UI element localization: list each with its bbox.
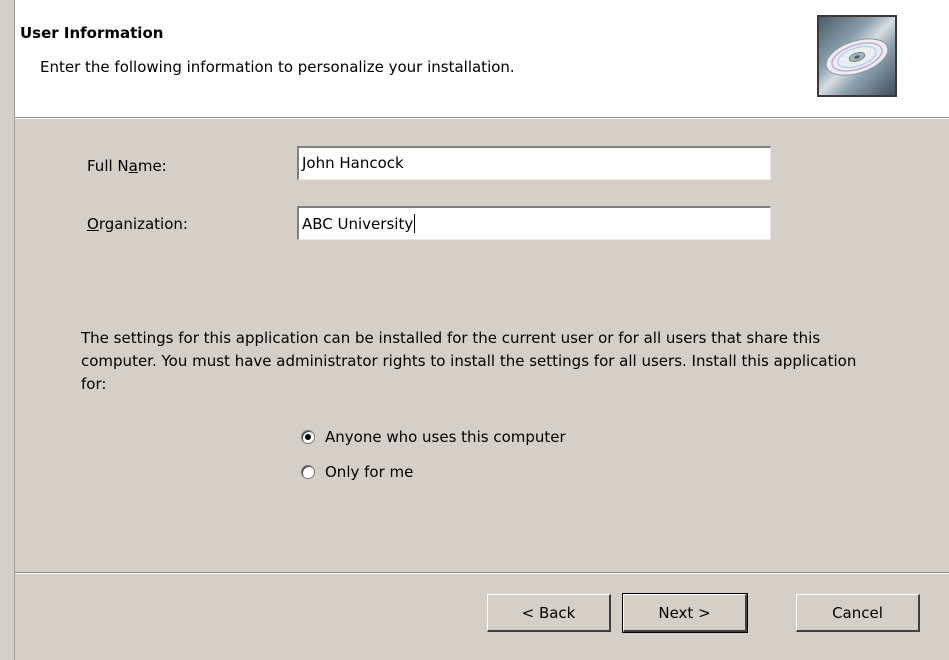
full-name-label: Full Name: [87,157,167,175]
install-scope-description: The settings for this application can be… [81,329,857,393]
radio-anyone[interactable]: Anyone who uses this computer [301,428,566,446]
text-cursor [414,214,416,233]
radio-button-checked[interactable] [301,430,315,444]
cd-disc-icon [817,15,897,97]
page-title: User Information [20,24,164,42]
radio-anyone-label: Anyone who uses this computer [325,428,566,446]
radio-button-unchecked[interactable] [301,465,315,479]
radio-only-me-label: Only for me [325,463,414,481]
radio-only-me[interactable]: Only for me [301,463,413,481]
organization-field[interactable]: ABC University [297,206,771,240]
back-button[interactable]: < Back [487,594,611,632]
organization-label: Organization: [87,215,188,233]
full-name-field[interactable]: John Hancock [297,146,771,180]
cancel-button[interactable]: Cancel [796,594,920,632]
page-subtitle: Enter the following information to perso… [40,58,515,76]
next-button[interactable]: Next > [622,593,748,633]
